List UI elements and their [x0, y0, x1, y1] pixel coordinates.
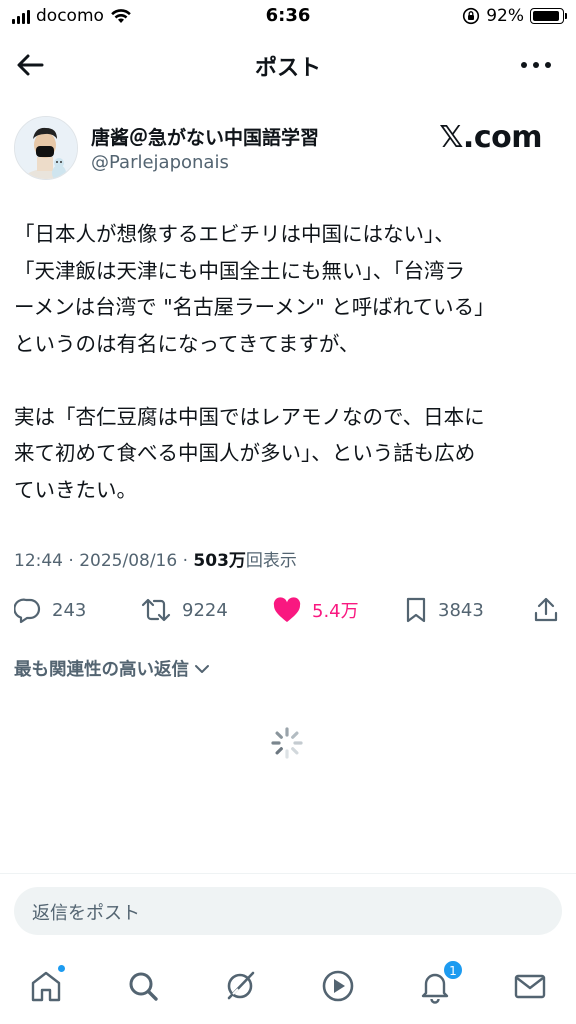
search-icon [129, 972, 158, 1001]
post-line: 「天津飯は天津にも中国全土にも無い」、「台湾ラ [14, 258, 465, 283]
reply-input[interactable]: 返信をポスト [14, 887, 562, 935]
reply-count: 243 [52, 599, 87, 621]
share-icon [534, 597, 558, 622]
post-timestamp[interactable]: 12:44 · 2025/08/16 · [14, 551, 193, 571]
like-count: 5.4万 [312, 601, 359, 622]
nav-home[interactable] [28, 964, 66, 1004]
avatar[interactable] [14, 116, 78, 180]
post-line: 実は「杏仁豆腐は中国ではレアモノなので、日本に [14, 404, 485, 429]
repost-icon [141, 598, 171, 622]
post-actions: 243 9224 5.4万 3843 [14, 592, 564, 628]
repost-button[interactable]: 9224 [140, 592, 228, 628]
post-author: 唐酱＠急がない中国語学習 @Parlejaponais 𝕏.com [14, 116, 562, 186]
post-text: 「日本人が想像するエビチリは中国にはない」、 「天津飯は天津にも中国全土にも無い… [14, 216, 562, 508]
chevron-down-icon [195, 664, 209, 673]
repost-count: 9224 [182, 599, 228, 621]
reply-input-placeholder: 返信をポスト [32, 903, 140, 924]
post-line: 「日本人が想像するエビチリは中国にはない」、 [14, 222, 455, 246]
nav-grok[interactable] [222, 968, 258, 1004]
bookmark-button[interactable]: 3843 [404, 592, 484, 628]
nav-notifications[interactable]: 1 [417, 960, 463, 1004]
divider [0, 873, 576, 874]
status-bar: docomo 6:36 92% [0, 0, 576, 34]
nav-messages[interactable] [512, 968, 548, 1004]
heart-filled-icon [273, 597, 301, 622]
post-line: 来て初めて食べる中国人が多い」、という話も広め [14, 441, 476, 465]
author-handle[interactable]: @Parlejaponais [91, 152, 229, 173]
x-logo: 𝕏.com [439, 120, 542, 155]
orientation-lock-icon [463, 7, 480, 25]
play-icon [322, 970, 354, 1002]
like-button[interactable]: 5.4万 [272, 592, 359, 628]
share-button[interactable] [532, 592, 560, 628]
post-meta: 12:44 · 2025/08/16 · 503万回表示 [14, 546, 297, 571]
reply-icon [14, 598, 41, 624]
view-count: 503万 [193, 551, 246, 571]
reply-button[interactable]: 243 [14, 592, 86, 628]
home-unread-dot [57, 964, 66, 973]
battery-percent: 92% [486, 6, 524, 26]
bookmark-count: 3843 [438, 599, 484, 621]
nav-search[interactable] [125, 968, 161, 1004]
post-line: ーメンは台湾で "名古屋ラーメン" と呼ばれている」 [14, 295, 495, 319]
top-app-bar: ポスト [0, 40, 576, 90]
nav-video[interactable] [320, 968, 356, 1004]
bookmark-icon [406, 597, 426, 623]
grok-icon [227, 971, 255, 1000]
home-icon [31, 971, 61, 1002]
bottom-navigation: 1 [0, 960, 576, 1016]
page-title: ポスト [254, 56, 321, 81]
reply-sort-dropdown[interactable]: 最も関連性の高い返信 [14, 656, 211, 681]
view-count-label: 回表示 [245, 551, 297, 571]
post-line: というのは有名になってきてますが、 [14, 331, 360, 356]
battery-icon [530, 8, 567, 24]
author-name[interactable]: 唐酱＠急がない中国語学習 [91, 123, 319, 150]
more-options-icon[interactable] [520, 56, 552, 74]
envelope-icon [514, 974, 546, 999]
post-line: ていきたい。 [14, 477, 137, 502]
loading-spinner-icon [271, 727, 303, 759]
reply-sort-label: 最も関連性の高い返信 [14, 660, 189, 680]
notification-badge: 1 [443, 960, 463, 980]
